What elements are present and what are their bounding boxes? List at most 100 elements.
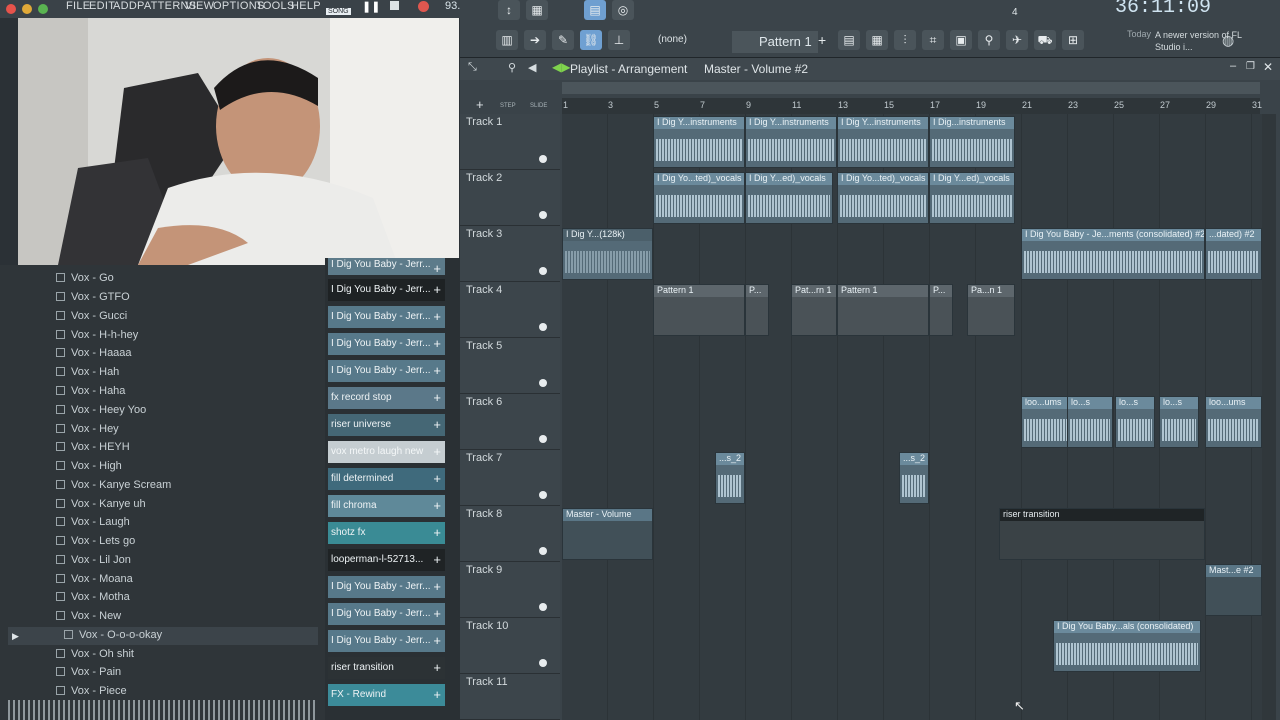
channel-button[interactable]: vox metro laugh new + [328, 441, 445, 463]
mute-button[interactable] [539, 547, 547, 555]
arrangement-grid[interactable]: I Dig Y...instruments I Dig Y...instrume… [562, 114, 1262, 720]
slide-label[interactable]: SLIDE [530, 103, 547, 109]
channel-add-icon[interactable]: + [433, 417, 441, 432]
browser-icon[interactable]: ▣ [950, 30, 972, 50]
snap-select[interactable]: (none) [658, 34, 687, 45]
channel-button[interactable]: FX - Rewind + [328, 684, 445, 706]
play-preview-icon[interactable]: ▶ [12, 631, 19, 642]
pencil-icon[interactable]: ✎ [552, 30, 574, 50]
pattern-clip[interactable]: P... [745, 284, 769, 336]
pattern-clip[interactable]: Pat...rn 1 [791, 284, 837, 336]
pattern-clip[interactable]: P... [929, 284, 953, 336]
audio-clip[interactable]: ...s_2 [715, 452, 745, 504]
channel-add-icon[interactable]: + [433, 525, 441, 540]
song-mode-badge[interactable]: SONG [326, 8, 351, 15]
time-display[interactable]: 36:11:09 [1115, 0, 1211, 19]
stamp-icon[interactable]: ⊥ [608, 30, 630, 50]
audio-clip[interactable]: I Dig Y...instruments [837, 116, 929, 168]
audio-clip[interactable]: riser transition [999, 508, 1205, 560]
shop-icon[interactable]: ⛟ [1034, 30, 1056, 50]
channel-button[interactable]: I Dig You Baby - Jerr... + [328, 279, 445, 301]
track-header[interactable]: Track 8 [460, 506, 560, 562]
mute-button[interactable] [539, 155, 547, 163]
audio-clip[interactable]: lo...s [1115, 396, 1155, 448]
pl-arrow-icon[interactable]: ⤡ [468, 61, 477, 74]
pattern-clip[interactable]: Pattern 1 [653, 284, 745, 336]
browser-item[interactable]: Vox - Pain [56, 666, 121, 684]
audio-clip[interactable]: ...dated) #2 [1205, 228, 1262, 280]
track-header[interactable]: Track 2 [460, 170, 560, 226]
restore-icon[interactable]: ❐ [1246, 61, 1255, 72]
close-icon[interactable]: ✕ [1263, 60, 1273, 74]
maximize-window-icon[interactable] [38, 4, 48, 14]
browser-item[interactable]: Vox - High [56, 460, 122, 478]
browser-item[interactable]: Vox - GTFO [56, 291, 130, 309]
audio-clip[interactable]: I Dig Y...instruments [653, 116, 745, 168]
track-header[interactable]: Track 4 [460, 282, 560, 338]
browser-item[interactable]: Vox - Oh shit [56, 648, 134, 666]
track-header[interactable]: Track 10 [460, 618, 560, 674]
menu-help[interactable]: HELP [291, 0, 321, 12]
pattern-selector[interactable]: Pattern 1 [732, 31, 818, 53]
channel-add-icon[interactable]: + [433, 687, 441, 702]
browser-item[interactable]: Vox - Lil Jon [56, 554, 131, 572]
mute-button[interactable] [539, 323, 547, 331]
news-text[interactable]: A newer version of FL Studio i... [1155, 29, 1255, 53]
track-header[interactable]: Track 9 [460, 562, 560, 618]
browser-item-selected[interactable]: Vox - O-o-o-okay [64, 629, 162, 647]
browser-item[interactable]: Vox - H-h-hey [56, 329, 138, 347]
cart-icon[interactable]: ⊞ [1062, 30, 1084, 50]
mute-button[interactable] [539, 379, 547, 387]
channel-button[interactable]: looperman-l-52713... + [328, 549, 445, 571]
browser-item[interactable]: Vox - Haha [56, 385, 125, 403]
browser-item[interactable]: Vox - Kanye Scream [56, 479, 171, 497]
audio-clip[interactable]: lo...s [1159, 396, 1199, 448]
channel-button[interactable]: fill determined + [328, 468, 445, 490]
playlist-icon[interactable]: ▤ [838, 30, 860, 50]
arrow-right-icon[interactable]: ➔ [524, 30, 546, 50]
channel-add-icon[interactable]: + [433, 336, 441, 351]
mute-button[interactable] [539, 211, 547, 219]
channel-button[interactable]: I Dig You Baby - Jerr... + [328, 333, 445, 355]
audio-clip[interactable]: I Dig Yo...ted)_vocals [837, 172, 929, 224]
browser-item[interactable]: Vox - Motha [56, 591, 130, 609]
timeline-ruler[interactable]: 1 3 5 7 9 11 13 15 17 19 21 23 25 27 29 … [562, 98, 1262, 114]
wait-input-icon[interactable]: ▦ [526, 0, 548, 20]
audio-clip[interactable]: I Dig Y...ed)_vocals [745, 172, 833, 224]
browser-item[interactable]: Vox - Moana [56, 573, 133, 591]
track-header[interactable]: Track 1 [460, 114, 560, 170]
automation-clip[interactable]: Master - Volume [562, 508, 653, 560]
channel-add-icon[interactable]: + [433, 606, 441, 621]
audio-clip[interactable]: I Dig You Baby - Je...ments (consolidate… [1021, 228, 1205, 280]
audio-clip[interactable]: I Dig Y...ed)_vocals [929, 172, 1015, 224]
channel-button[interactable]: I Dig You Baby - Jerr... + [328, 258, 445, 275]
step-count[interactable]: 4 [1012, 7, 1018, 18]
globe-icon[interactable]: ◍ [1222, 32, 1234, 49]
record-icon[interactable] [418, 1, 429, 12]
audio-clip[interactable]: I Dig Yo...ted)_vocals [653, 172, 745, 224]
add-pattern-icon[interactable]: + [818, 32, 826, 48]
browser-item[interactable]: Vox - Laugh [56, 516, 130, 534]
channel-add-icon[interactable]: + [433, 660, 441, 675]
stop-icon[interactable] [390, 1, 399, 10]
channel-button[interactable]: riser universe + [328, 414, 445, 436]
breadcrumb[interactable]: Master - Volume #2 [704, 62, 808, 76]
browser-item[interactable]: Vox - Lets go [56, 535, 135, 553]
mute-button[interactable] [539, 267, 547, 275]
automation-clip[interactable]: Mast...e #2 [1205, 564, 1262, 616]
step-label[interactable]: STEP [500, 103, 516, 109]
audio-clip[interactable]: ...s_2 [899, 452, 929, 504]
metronome-icon[interactable]: ↕ [498, 0, 520, 20]
channel-add-icon[interactable]: + [433, 579, 441, 594]
audio-clip[interactable]: I Dig Y...instruments [745, 116, 837, 168]
audio-clip[interactable]: I Dig You Baby...als (consolidated) [1053, 620, 1201, 672]
loop-record-icon[interactable]: ◎ [612, 0, 634, 20]
piano-roll-icon[interactable]: ▥ [496, 30, 518, 50]
add-track-icon[interactable]: + [476, 97, 484, 112]
speaker-icon[interactable]: ◀ [528, 61, 536, 74]
pause-icon[interactable]: ❚❚ [362, 0, 380, 13]
plugin-picker-icon[interactable]: ⌗ [922, 30, 944, 50]
audio-clip[interactable]: I Dig Y...(128k) [562, 228, 653, 280]
mute-button[interactable] [539, 435, 547, 443]
menu-view[interactable]: VIEW [185, 0, 214, 12]
